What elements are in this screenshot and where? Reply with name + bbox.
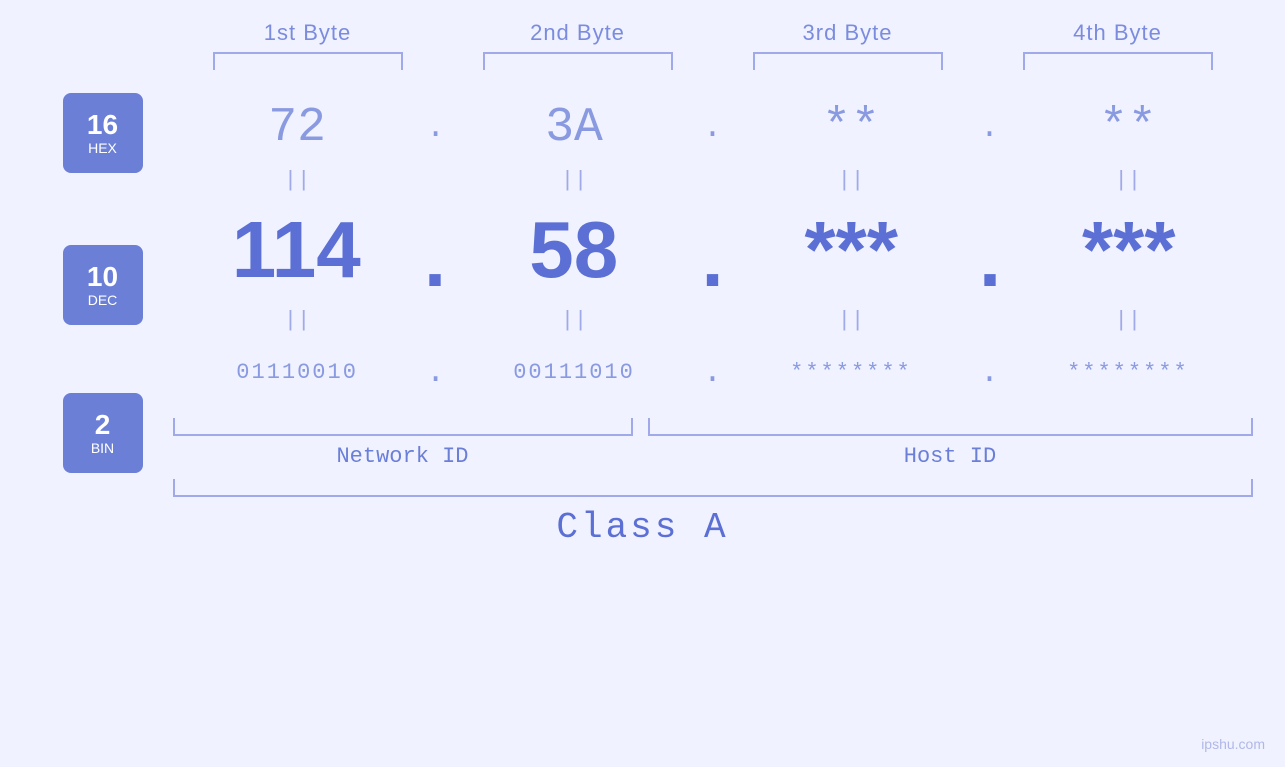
dec-byte3-value: *** bbox=[805, 204, 898, 296]
hex-byte4-cell: ** bbox=[1003, 101, 1252, 155]
hex-byte1-cell: 72 bbox=[173, 101, 422, 155]
hex-row: 72 . 3A . ** . ** bbox=[173, 90, 1253, 165]
bin-badge-label: BIN bbox=[91, 440, 114, 456]
dec-byte2-value: 58 bbox=[529, 204, 618, 296]
bin-byte1-value: 01110010 bbox=[236, 360, 358, 385]
bin-sep1: . bbox=[422, 354, 450, 391]
bottom-brackets-container bbox=[173, 418, 1253, 436]
eq-row-1: || || || || bbox=[173, 165, 1253, 195]
byte3-col-header: 3rd Byte bbox=[713, 20, 983, 46]
byte1-label: 1st Byte bbox=[264, 20, 351, 45]
data-area: 72 . 3A . ** . ** || || bbox=[173, 75, 1253, 497]
top-brackets-row bbox=[0, 52, 1285, 70]
top-bracket-2 bbox=[483, 52, 673, 70]
host-id-label: Host ID bbox=[904, 444, 996, 469]
eq1-cell4: || bbox=[1003, 168, 1252, 193]
hex-badge: 16 HEX bbox=[63, 93, 143, 173]
dec-byte2-cell: 58 bbox=[450, 204, 698, 296]
bin-sep3: . bbox=[976, 354, 1004, 391]
eq2-cell1: || bbox=[173, 308, 422, 333]
host-id-bracket bbox=[648, 418, 1253, 436]
hex-sep2: . bbox=[699, 109, 727, 146]
hex-sep1: . bbox=[422, 109, 450, 146]
byte3-label: 3rd Byte bbox=[803, 20, 893, 45]
watermark: ipshu.com bbox=[1201, 736, 1265, 752]
host-id-label-container: Host ID bbox=[648, 444, 1253, 469]
hex-byte4-value: ** bbox=[1099, 101, 1157, 155]
top-bracket-4 bbox=[1023, 52, 1213, 70]
dec-sep3: . bbox=[975, 220, 1005, 311]
hex-badge-label: HEX bbox=[88, 140, 117, 156]
hex-badge-number: 16 bbox=[87, 110, 118, 141]
byte2-col-header: 2nd Byte bbox=[443, 20, 713, 46]
hex-sep3: . bbox=[976, 109, 1004, 146]
network-id-bracket bbox=[173, 418, 633, 436]
hex-byte2-cell: 3A bbox=[449, 101, 698, 155]
bracket-col-4 bbox=[983, 52, 1253, 70]
dec-badge-number: 10 bbox=[87, 262, 118, 293]
dec-badge-label: DEC bbox=[88, 292, 118, 308]
dec-byte4-value: *** bbox=[1082, 204, 1175, 296]
dec-byte1-cell: 114 bbox=[173, 204, 421, 296]
network-id-label-container: Network ID bbox=[173, 444, 633, 469]
bin-badge: 2 BIN bbox=[63, 393, 143, 473]
class-bracket bbox=[173, 479, 1253, 497]
dec-sep1: . bbox=[420, 220, 450, 311]
top-bracket-3 bbox=[753, 52, 943, 70]
bin-byte1-cell: 01110010 bbox=[173, 360, 422, 385]
dec-byte4-cell: *** bbox=[1005, 204, 1253, 296]
byte-labels-row: 1st Byte 2nd Byte 3rd Byte 4th Byte bbox=[0, 0, 1285, 46]
bracket-col-1 bbox=[173, 52, 443, 70]
byte2-label: 2nd Byte bbox=[530, 20, 625, 45]
class-label-row: Class A bbox=[0, 507, 1285, 548]
eq1-cell1: || bbox=[173, 168, 422, 193]
eq1-cell3: || bbox=[726, 168, 975, 193]
eq2-cell3: || bbox=[726, 308, 975, 333]
dec-sep2: . bbox=[698, 220, 728, 311]
eq1-cell2: || bbox=[449, 168, 698, 193]
dec-badge: 10 DEC bbox=[63, 245, 143, 325]
dec-byte1-value: 114 bbox=[232, 204, 361, 296]
byte4-col-header: 4th Byte bbox=[983, 20, 1253, 46]
bin-row: 01110010 . 00111010 . ******** . *******… bbox=[173, 335, 1253, 410]
main-container: 1st Byte 2nd Byte 3rd Byte 4th Byte bbox=[0, 0, 1285, 767]
dec-row: 114 . 58 . *** . *** bbox=[173, 195, 1253, 305]
bin-byte2-value: 00111010 bbox=[513, 360, 635, 385]
bracket-col-2 bbox=[443, 52, 713, 70]
byte4-label: 4th Byte bbox=[1073, 20, 1162, 45]
hex-byte3-value: ** bbox=[822, 101, 880, 155]
hex-byte2-value: 3A bbox=[545, 101, 603, 155]
badge-column: 16 HEX 10 DEC 2 BIN bbox=[33, 75, 173, 497]
bin-byte4-cell: ******** bbox=[1003, 360, 1252, 385]
bin-byte3-value: ******** bbox=[790, 360, 912, 385]
class-label: Class A bbox=[556, 507, 728, 548]
hex-byte3-cell: ** bbox=[726, 101, 975, 155]
id-labels: Network ID Host ID bbox=[173, 444, 1253, 469]
eq-row-2: || || || || bbox=[173, 305, 1253, 335]
network-id-label: Network ID bbox=[336, 444, 468, 469]
large-bracket-container bbox=[173, 479, 1253, 497]
hex-byte1-value: 72 bbox=[268, 101, 326, 155]
bin-byte2-cell: 00111010 bbox=[449, 360, 698, 385]
top-bracket-1 bbox=[213, 52, 403, 70]
eq2-cell4: || bbox=[1003, 308, 1252, 333]
eq2-cell2: || bbox=[449, 308, 698, 333]
bin-byte3-cell: ******** bbox=[726, 360, 975, 385]
bin-sep2: . bbox=[699, 354, 727, 391]
bin-badge-number: 2 bbox=[95, 410, 111, 441]
bin-byte4-value: ******** bbox=[1067, 360, 1189, 385]
dec-byte3-cell: *** bbox=[728, 204, 976, 296]
byte1-col-header: 1st Byte bbox=[173, 20, 443, 46]
bracket-col-3 bbox=[713, 52, 983, 70]
